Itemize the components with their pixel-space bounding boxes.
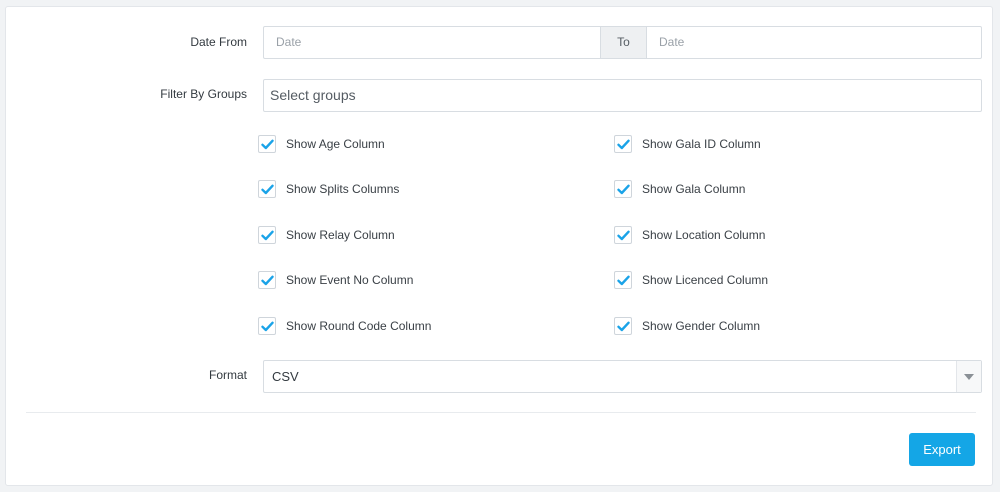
checkbox-show-age[interactable]: Show Age Column: [258, 133, 385, 155]
checkbox-box[interactable]: [258, 317, 276, 335]
checkbox-box[interactable]: [614, 317, 632, 335]
format-label: Format: [208, 368, 247, 382]
checkbox-label: Show Event No Column: [286, 273, 414, 287]
date-from-placeholder: Date: [276, 35, 302, 49]
checkbox-show-gala[interactable]: Show Gala Column: [614, 178, 745, 200]
checkbox-box[interactable]: [258, 271, 276, 289]
checkbox-label: Show Age Column: [286, 137, 385, 151]
checkbox-box[interactable]: [258, 226, 276, 244]
checkbox-label: Show Licenced Column: [642, 273, 769, 287]
checkbox-box[interactable]: [258, 135, 276, 153]
check-icon: [616, 321, 630, 331]
checkbox-label: Show Gala ID Column: [642, 137, 761, 151]
checkbox-show-event-no[interactable]: Show Event No Column: [258, 269, 413, 291]
date-from-input[interactable]: Date: [263, 26, 601, 59]
format-select[interactable]: CSV: [263, 360, 982, 393]
checkbox-box[interactable]: [614, 180, 632, 198]
filter-groups-label: Filter By Groups: [160, 87, 247, 101]
check-icon: [616, 184, 630, 194]
check-icon: [260, 275, 274, 285]
export-button[interactable]: Export: [909, 433, 975, 466]
checkbox-show-location[interactable]: Show Location Column: [614, 224, 765, 246]
format-value: CSV: [272, 369, 299, 384]
export-panel: Date From Date To Date Filter By Groups …: [5, 6, 993, 486]
checkbox-show-gala-id[interactable]: Show Gala ID Column: [614, 133, 761, 155]
groups-multiselect[interactable]: Select groups: [263, 79, 982, 112]
date-range-separator: To: [601, 26, 646, 59]
checkbox-box[interactable]: [614, 271, 632, 289]
check-icon: [616, 139, 630, 149]
check-icon: [616, 230, 630, 240]
check-icon: [260, 184, 274, 194]
checkbox-label: Show Relay Column: [286, 228, 395, 242]
date-to-input[interactable]: Date: [646, 26, 982, 59]
check-icon: [260, 139, 274, 149]
check-icon: [616, 275, 630, 285]
groups-placeholder: Select groups: [270, 87, 356, 103]
footer-divider: [26, 412, 976, 413]
checkbox-label: Show Gender Column: [642, 319, 761, 333]
checkbox-box[interactable]: [258, 180, 276, 198]
check-icon: [260, 230, 274, 240]
format-dropdown-toggle[interactable]: [956, 361, 981, 392]
checkbox-show-relay[interactable]: Show Relay Column: [258, 224, 395, 246]
checkbox-label: Show Round Code Column: [286, 319, 432, 333]
checkbox-box[interactable]: [614, 226, 632, 244]
checkbox-label: Show Location Column: [642, 228, 766, 242]
checkbox-label: Show Splits Columns: [286, 182, 400, 196]
checkbox-show-gender[interactable]: Show Gender Column: [614, 315, 760, 337]
checkbox-show-round-code[interactable]: Show Round Code Column: [258, 315, 431, 337]
check-icon: [260, 321, 274, 331]
checkbox-label: Show Gala Column: [642, 182, 746, 196]
date-from-label: Date From: [190, 35, 247, 49]
checkbox-box[interactable]: [614, 135, 632, 153]
checkbox-show-splits[interactable]: Show Splits Columns: [258, 178, 399, 200]
checkbox-show-licenced[interactable]: Show Licenced Column: [614, 269, 768, 291]
caret-down-icon: [964, 373, 974, 380]
date-to-placeholder: Date: [659, 35, 685, 49]
